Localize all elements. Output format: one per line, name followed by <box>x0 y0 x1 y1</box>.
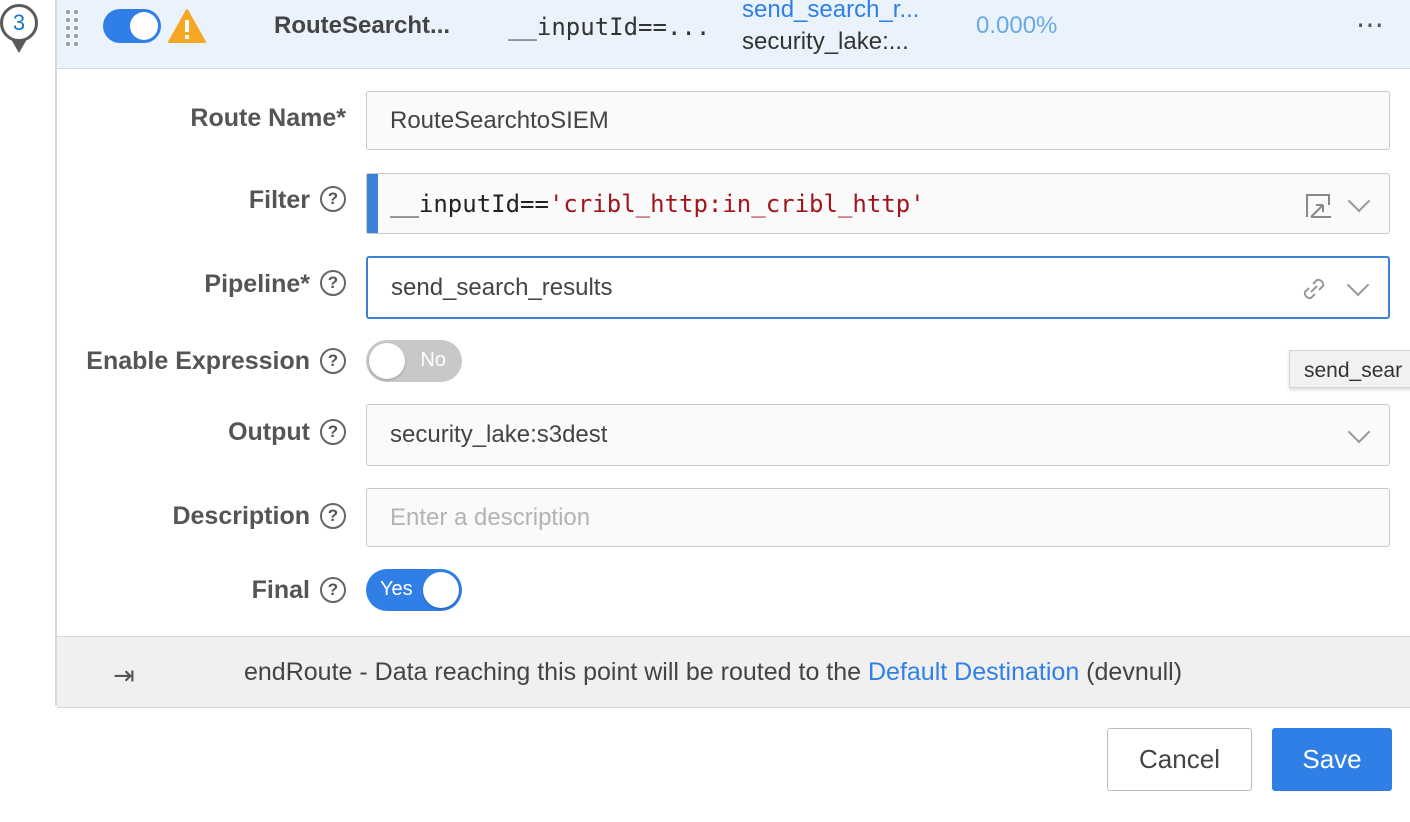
end-route-text: endRoute - Data reaching this point will… <box>244 658 1182 687</box>
header-filter: __inputId==... <box>508 13 711 41</box>
toggle-state-label: Yes <box>380 578 413 600</box>
route-name-label: Route Name* <box>190 104 346 132</box>
header-percent: 0.000% <box>976 12 1058 39</box>
end-route-prefix: endRoute - Data reaching this point will… <box>244 658 868 686</box>
output-label: Output <box>228 418 310 446</box>
link-icon[interactable] <box>1298 273 1330 305</box>
route-header[interactable] <box>57 0 1410 69</box>
filter-editor[interactable]: __inputId=='cribl_http:in_cribl_http' <box>366 173 1390 234</box>
toggle-knob <box>423 572 459 608</box>
final-toggle[interactable]: Yes <box>366 569 462 611</box>
header-pipeline-link[interactable]: send_search_r... <box>742 0 919 24</box>
pipeline-select[interactable]: send_search_results <box>366 256 1390 319</box>
route-name-field[interactable] <box>366 91 1390 150</box>
filter-code-prefix: __inputId== <box>390 189 549 218</box>
end-route-icon: ⇥ <box>113 660 135 690</box>
filter-label: Filter <box>248 186 310 214</box>
filter-code[interactable]: __inputId=='cribl_http:in_cribl_http' <box>390 190 925 218</box>
cancel-button[interactable]: Cancel <box>1107 728 1252 791</box>
toggle-knob <box>369 343 405 379</box>
warning-icon[interactable] <box>167 8 207 44</box>
route-enabled-toggle[interactable] <box>103 9 161 43</box>
toggle-state-label: No <box>420 349 446 371</box>
toggle-knob <box>130 12 158 40</box>
header-route-name[interactable]: RouteSearcht... <box>274 12 450 40</box>
chevron-down-icon[interactable] <box>1347 189 1371 212</box>
output-select[interactable]: security_lake:s3dest <box>366 404 1390 466</box>
left-gutter <box>0 0 57 706</box>
filter-code-string: 'cribl_http:in_cribl_http' <box>548 189 925 218</box>
pipeline-tooltip: send_sear <box>1289 350 1410 388</box>
help-icon[interactable]: ? <box>320 419 346 445</box>
header-output: security_lake:... <box>742 28 909 55</box>
help-icon[interactable]: ? <box>320 270 346 296</box>
help-icon[interactable]: ? <box>320 186 346 212</box>
chevron-down-icon[interactable] <box>1346 273 1370 296</box>
chevron-down-icon[interactable] <box>1347 420 1371 444</box>
drag-handle-icon[interactable] <box>66 10 80 46</box>
filter-editor-bar <box>367 174 378 233</box>
final-label: Final <box>251 576 310 604</box>
pipeline-value: send_search_results <box>391 273 613 301</box>
save-button[interactable]: Save <box>1272 728 1392 791</box>
route-name-input[interactable] <box>390 92 1389 149</box>
expand-editor-icon[interactable] <box>1303 189 1335 221</box>
enable-expression-toggle[interactable]: No <box>366 340 462 382</box>
more-icon[interactable]: ⋯ <box>1356 8 1385 41</box>
description-input[interactable] <box>390 489 1389 546</box>
pipeline-label: Pipeline* <box>204 270 310 298</box>
output-value: security_lake:s3dest <box>390 421 608 448</box>
description-label: Description <box>172 502 310 530</box>
description-field[interactable] <box>366 488 1390 547</box>
end-route-suffix: (devnull) <box>1079 658 1183 686</box>
enable-expression-label: Enable Expression <box>86 347 310 375</box>
route-number-badge: 3 <box>0 4 38 42</box>
help-icon[interactable]: ? <box>320 503 346 529</box>
help-icon[interactable]: ? <box>320 577 346 603</box>
default-destination-link[interactable]: Default Destination <box>868 658 1079 686</box>
help-icon[interactable]: ? <box>320 348 346 374</box>
